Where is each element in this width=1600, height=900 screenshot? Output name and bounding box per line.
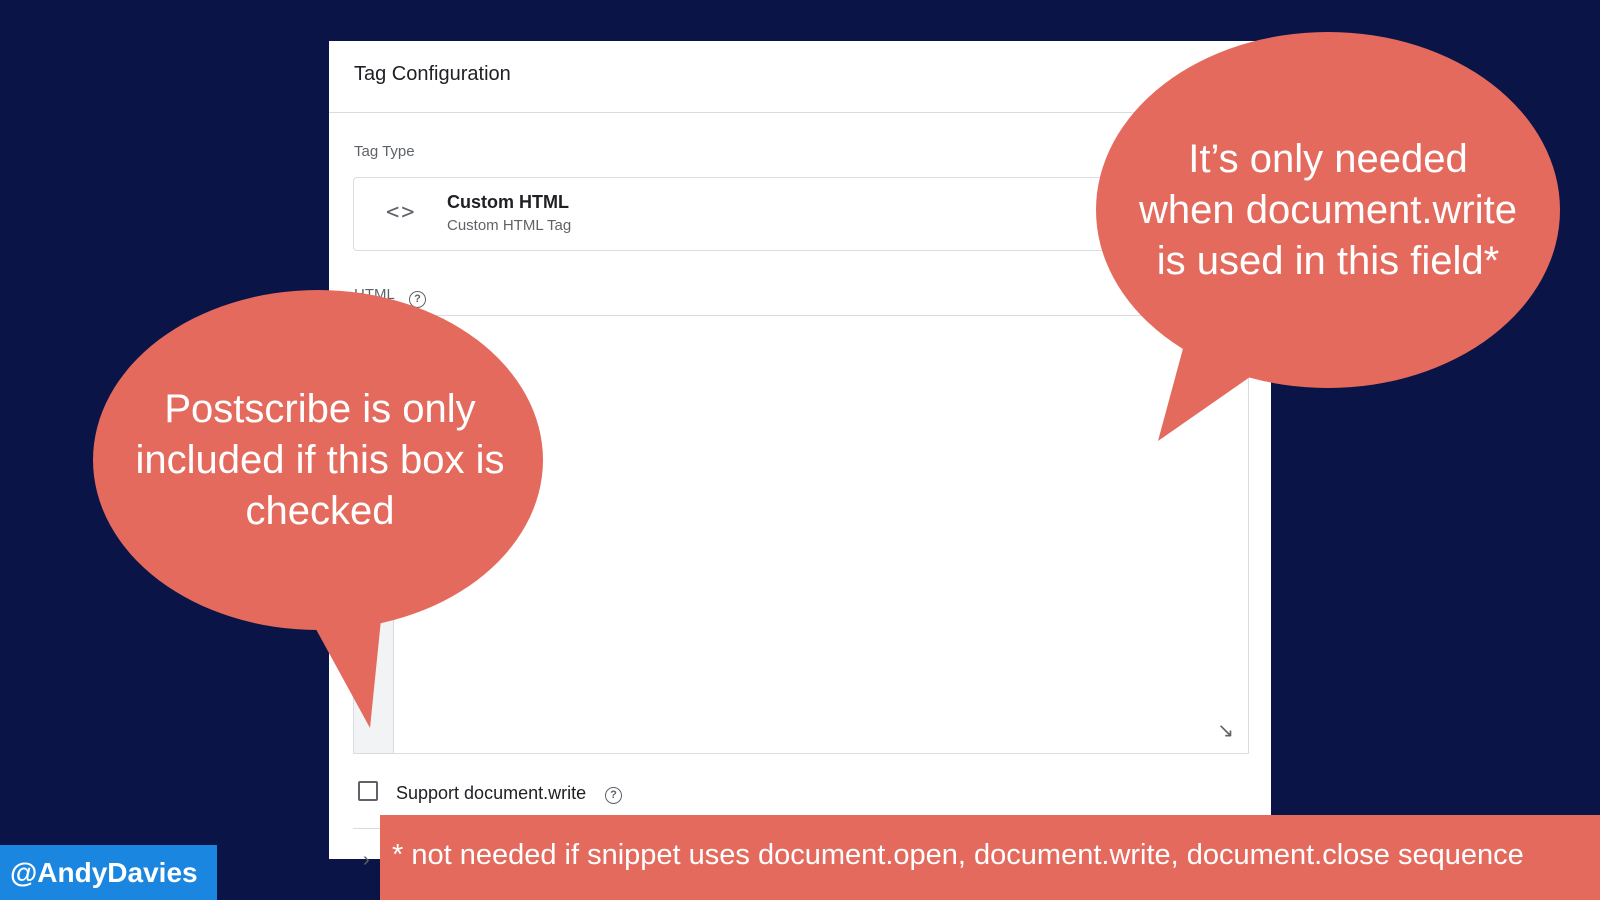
author-handle: @AndyDavies — [10, 857, 198, 888]
callout-left-line: Postscribe is only — [164, 387, 476, 431]
footnote-text: * not needed if snippet uses document.op… — [392, 839, 1524, 871]
callout-right-text: It’s only needed when document.write is … — [1100, 134, 1556, 287]
callout-right-line: It’s only needed — [1188, 137, 1468, 181]
callout-right-line: is used in this field* — [1156, 239, 1500, 283]
footnote-banner: * not needed if snippet uses document.op… — [380, 815, 1600, 900]
callout-left-line: checked — [245, 489, 395, 533]
author-handle-badge: @AndyDavies — [0, 845, 217, 900]
callout-right-line: when document.write — [1139, 188, 1517, 232]
callout-left-line: included if this box is — [135, 438, 505, 482]
callout-left-text: Postscribe is only included if this box … — [92, 384, 548, 537]
